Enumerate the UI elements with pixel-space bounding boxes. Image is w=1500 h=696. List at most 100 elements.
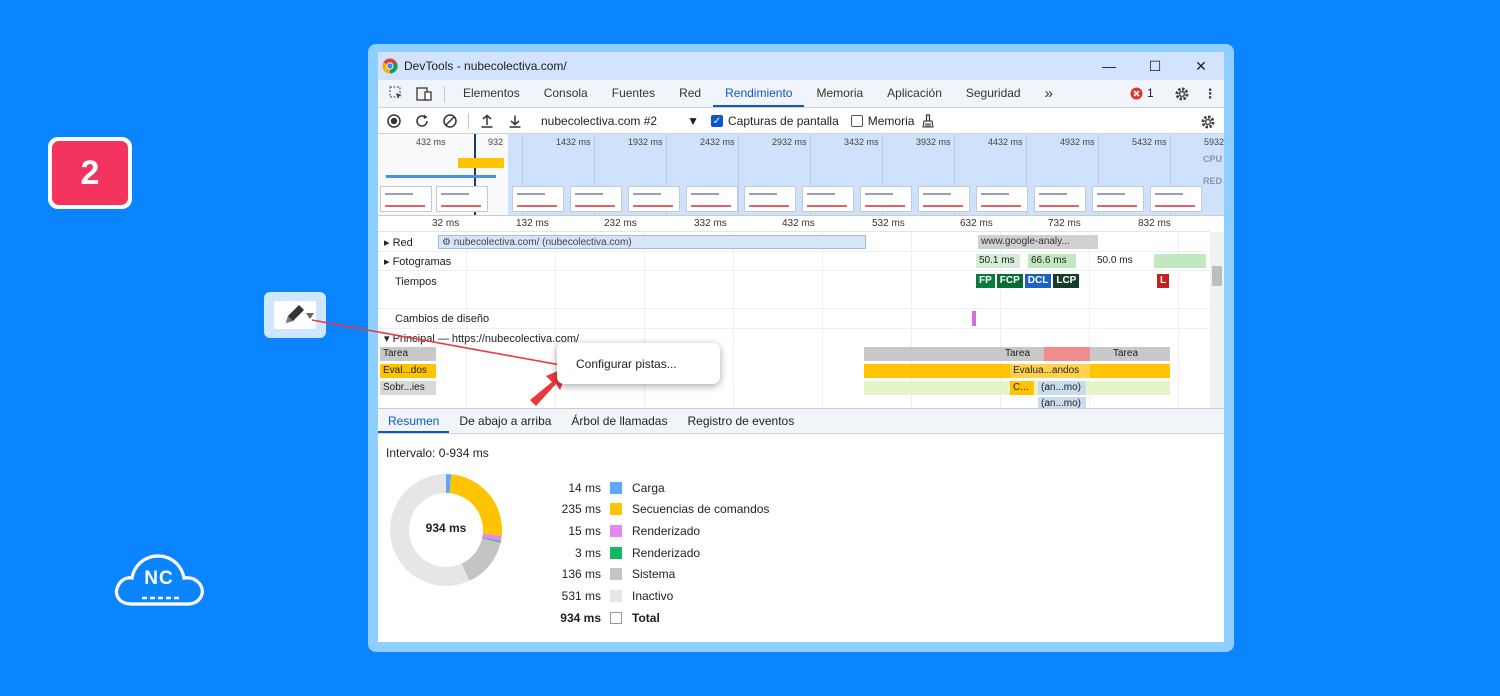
summary-interval: Intervalo: 0-934 ms	[386, 446, 489, 460]
legend-swatch	[610, 590, 622, 602]
overview-tick: 3432 ms	[844, 137, 879, 147]
track-layout-shifts[interactable]: Cambios de diseño	[378, 309, 1210, 329]
timeline-scrollbar[interactable]	[1210, 232, 1224, 408]
network-label: RED	[1203, 176, 1223, 186]
track-frames-label: ▸ Fotogramas	[384, 256, 452, 268]
device-toolbar-icon[interactable]	[410, 80, 438, 107]
network-request-bar[interactable]: www.google-analy...	[978, 235, 1098, 249]
tab-fuentes[interactable]: Fuentes	[600, 80, 667, 107]
upload-icon[interactable]	[473, 107, 501, 134]
tab-red[interactable]: Red	[667, 80, 713, 107]
profile-select[interactable]: nubecolectiva.com #2 ▼	[541, 114, 699, 128]
profile-select-value: nubecolectiva.com #2	[541, 113, 658, 128]
screenshot-thumbnail	[1034, 186, 1086, 212]
track-timings[interactable]: Tiempos FP FCP DCL LCP L	[378, 271, 1210, 309]
task-bar[interactable]: Tarea	[1110, 347, 1158, 361]
maximize-button[interactable]: ☐	[1132, 52, 1178, 80]
context-menu: Configurar pistas...	[557, 343, 720, 384]
screenshot-thumbnail	[1092, 186, 1144, 212]
legend-swatch	[610, 612, 622, 624]
overview-tick: 5932	[1204, 137, 1224, 147]
summary-legend-row: 15 ms Renderizado	[538, 522, 700, 540]
tab-call-tree[interactable]: Árbol de llamadas	[561, 409, 677, 433]
error-counter[interactable]: 1	[1130, 86, 1154, 100]
overview-tick: 2932 ms	[772, 137, 807, 147]
frame-bar[interactable]: 50.0 ms	[1094, 254, 1148, 268]
track-frames[interactable]: ▸ Fotogramas 50.1 ms 66.6 ms 50.0 ms	[378, 252, 1210, 271]
edit-tracks-highlight[interactable]	[264, 292, 326, 338]
tab-consola[interactable]: Consola	[532, 80, 600, 107]
network-request-bar[interactable]: ⚙ nubecolectiva.com/ (nubecolectiva.com)	[438, 235, 866, 249]
screenshot-thumbnail	[918, 186, 970, 212]
settings-gear-icon[interactable]	[1168, 80, 1196, 107]
screenshot-thumbnail	[976, 186, 1028, 212]
anonymous-function-bar[interactable]: (an...mo)	[1038, 397, 1086, 408]
screenshots-checkbox[interactable]: ✓ Capturas de pantalla	[711, 114, 839, 128]
track-main[interactable]: ▾ Principal — https://nubecolectiva.com/	[378, 329, 1210, 347]
summary-legend-row: 14 ms Carga	[538, 479, 665, 497]
overview-tick: 1432 ms	[556, 137, 591, 147]
summary-value: 136 ms	[561, 567, 601, 581]
tab-bottom-up[interactable]: De abajo a arriba	[449, 409, 561, 433]
more-options-icon[interactable]: ⋮	[1196, 80, 1224, 107]
tab-elementos[interactable]: Elementos	[451, 80, 532, 107]
task-bar[interactable]: Tarea	[380, 347, 436, 361]
inspect-element-icon[interactable]	[382, 80, 410, 107]
evaluate-script-bar[interactable]: Eval...dos	[380, 364, 436, 378]
minimize-button[interactable]: —	[1086, 52, 1132, 80]
track-network[interactable]: ▸ Red ⚙ nubecolectiva.com/ (nubecolectiv…	[378, 233, 1210, 252]
memory-checkbox[interactable]: Memoria	[850, 114, 914, 128]
screenshot-thumbnail	[802, 186, 854, 212]
task-bar[interactable]: Tarea	[1002, 347, 1046, 361]
tab-rendimiento[interactable]: Rendimiento	[713, 80, 805, 107]
frame-bar[interactable]: 50.1 ms	[976, 254, 1020, 268]
configure-tracks-menu-item[interactable]: Configurar pistas...	[576, 357, 677, 371]
function-call-bar[interactable]: C...	[1010, 381, 1034, 395]
clear-icon[interactable]	[436, 107, 464, 134]
network-overview-bar	[386, 175, 496, 178]
dcl-marker[interactable]: DCL	[1024, 274, 1052, 288]
reload-record-icon[interactable]	[408, 107, 436, 134]
summary-legend-row: 235 ms Secuencias de comandos	[538, 500, 770, 518]
tab-event-log[interactable]: Registro de eventos	[677, 409, 804, 433]
tab-resumen[interactable]: Resumen	[378, 409, 450, 433]
broom-icon[interactable]	[914, 107, 942, 134]
summary-legend-row: 934 ms Total	[538, 609, 660, 627]
load-marker[interactable]: L	[1157, 274, 1170, 288]
frame-bar[interactable]: 66.6 ms	[1028, 254, 1076, 268]
anonymous-function-bar[interactable]: (an...mo)	[1038, 381, 1086, 395]
timeline-flamechart[interactable]: 32 ms 132 ms 232 ms 332 ms 432 ms 532 ms…	[378, 216, 1224, 408]
screenshot-thumbnail	[628, 186, 680, 212]
more-tabs-button[interactable]: »	[1033, 80, 1065, 107]
tab-memoria[interactable]: Memoria	[804, 80, 875, 107]
tab-seguridad[interactable]: Seguridad	[954, 80, 1033, 107]
summary-category: Inactivo	[632, 589, 674, 603]
title-bar: DevTools - nubecolectiva.com/ — ☐ ✕	[378, 52, 1224, 80]
download-icon[interactable]	[501, 107, 529, 134]
edit-tracks-button[interactable]	[274, 301, 316, 329]
close-button[interactable]: ✕	[1178, 52, 1224, 80]
long-task-bar[interactable]	[1044, 347, 1090, 361]
screenshot-thumbnail	[1150, 186, 1202, 212]
fcp-marker[interactable]: FCP	[996, 274, 1023, 288]
donut-slice	[461, 538, 501, 581]
summary-value: 15 ms	[568, 524, 601, 538]
layout-shift-marker[interactable]	[972, 311, 976, 326]
summary-category: Carga	[632, 481, 665, 495]
lcp-marker[interactable]: LCP	[1053, 274, 1080, 288]
fp-marker[interactable]: FP	[976, 274, 995, 288]
tab-aplicacion[interactable]: Aplicación	[875, 80, 954, 107]
timeline-overview[interactable]: 432 ms 932 1432 ms 1932 ms 2432 ms 2932 …	[378, 134, 1224, 216]
summary-category: Sistema	[632, 567, 676, 581]
capture-settings-icon[interactable]	[1194, 108, 1222, 135]
scrollbar-thumb[interactable]	[1212, 266, 1222, 286]
override-bar[interactable]: Sobr...ies	[380, 381, 436, 395]
frame-bar[interactable]	[1154, 254, 1206, 268]
toolbar-divider	[444, 85, 445, 102]
screenshot-thumbnail	[570, 186, 622, 212]
record-icon[interactable]	[380, 107, 408, 134]
summary-value: 235 ms	[561, 502, 601, 516]
evaluate-script-bar[interactable]: Evalua...andos	[1010, 364, 1090, 378]
error-count: 1	[1147, 86, 1154, 100]
summary-category: Total	[632, 611, 660, 625]
